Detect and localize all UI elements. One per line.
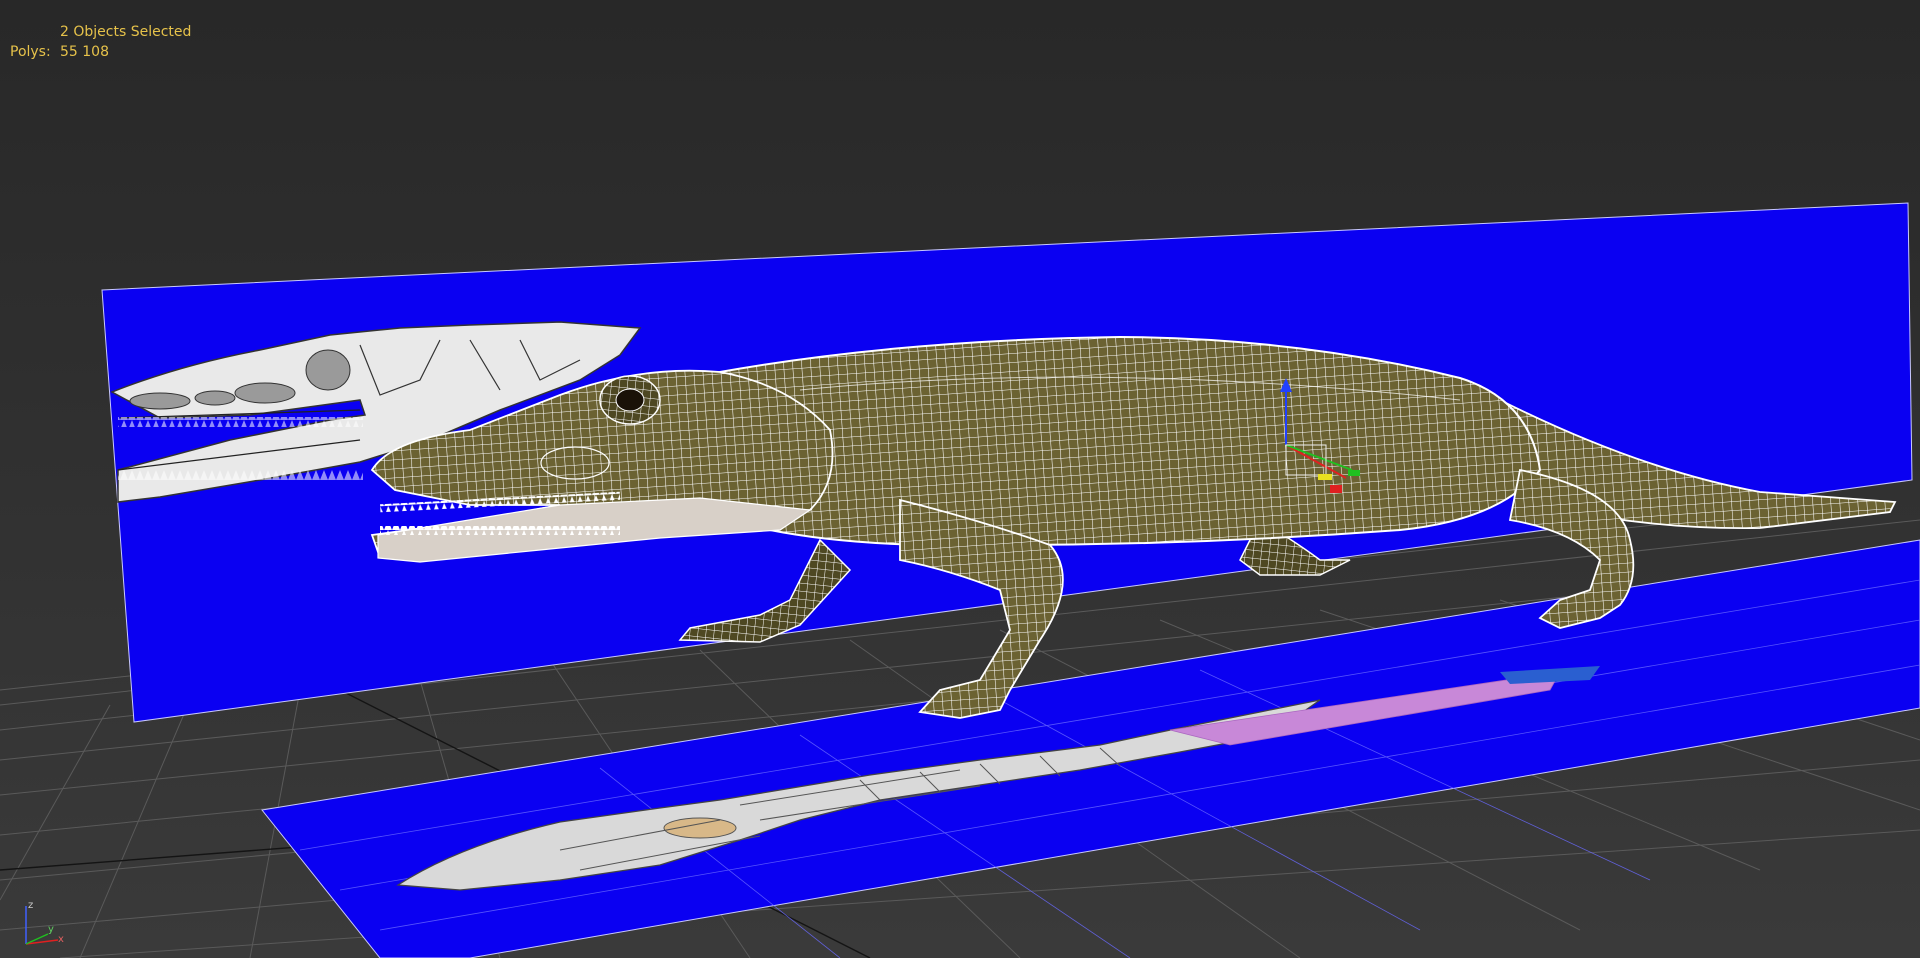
viewport-scene[interactable] — [0, 0, 1920, 958]
axis-z-label: z — [28, 900, 33, 911]
axis-x-label: x — [58, 934, 64, 945]
polys-count: 55 108 — [60, 44, 109, 60]
polys-label: Polys: — [10, 44, 51, 60]
axis-y-label: y — [48, 924, 54, 935]
selection-status: 2 Objects Selected — [60, 24, 192, 40]
axis-tripod: z x y — [25, 900, 64, 945]
viewport-statistics: 2 Objects Selected Polys: 55 108 — [10, 22, 191, 62]
perspective-viewport[interactable]: 2 Objects Selected Polys: 55 108 z x y — [0, 0, 1920, 958]
gizmo-center — [1318, 474, 1332, 480]
